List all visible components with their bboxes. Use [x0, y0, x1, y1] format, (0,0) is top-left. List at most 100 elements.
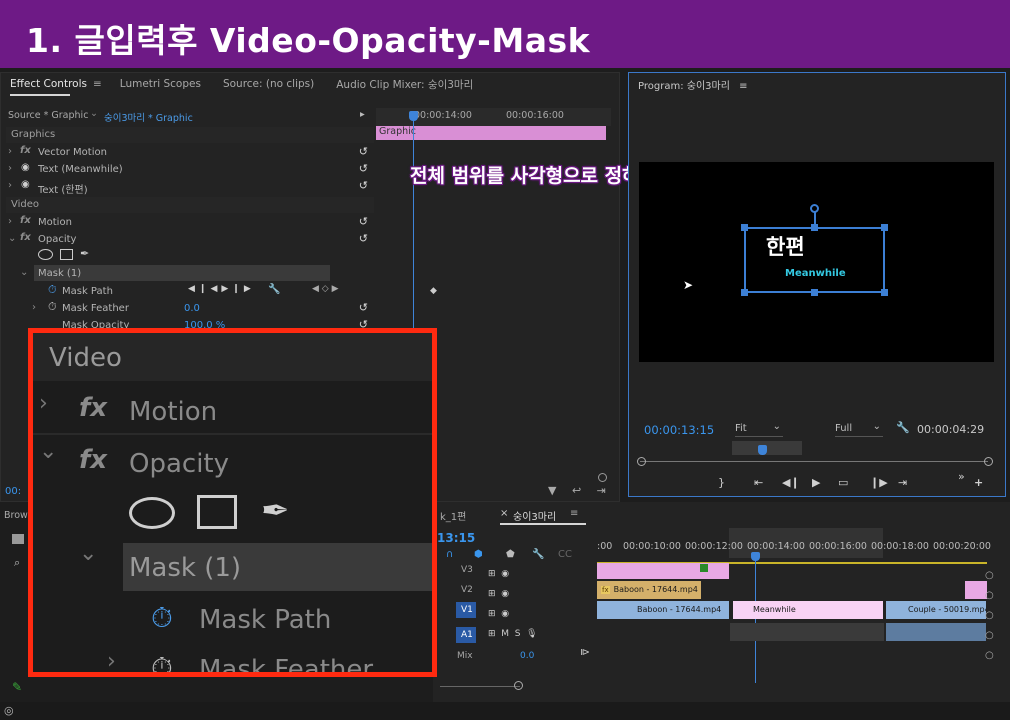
mark-in-icon[interactable]: }: [718, 476, 725, 489]
stopwatch-icon[interactable]: ⏱: [48, 283, 57, 297]
a1-audio-region[interactable]: [730, 623, 884, 641]
fx-icon[interactable]: fx: [20, 232, 31, 243]
scroll-knob[interactable]: ○: [985, 606, 994, 626]
chevron-down-icon[interactable]: ⌄: [873, 421, 881, 432]
track-v1-label[interactable]: V1: [461, 605, 473, 615]
chevron-down-icon[interactable]: ⌄: [773, 421, 781, 432]
track-v3-controls[interactable]: ⊞ ◉: [488, 564, 538, 584]
tab-sequence-1[interactable]: k_1편: [440, 508, 466, 523]
track-v3-label[interactable]: V3: [461, 565, 473, 575]
chevron-down-icon[interactable]: ⌄: [8, 233, 16, 244]
tab-audio-clip-mixer[interactable]: Audio Clip Mixer: 숭이3마리: [336, 77, 473, 92]
opacity-row[interactable]: ⌄ fx Opacity ↺: [6, 232, 374, 249]
a1-audio-clip[interactable]: [886, 623, 986, 641]
play-triangle-icon[interactable]: ▸: [360, 109, 365, 120]
mask-feather-value[interactable]: 0.0: [184, 303, 200, 314]
keyframe-diamond[interactable]: ◆: [430, 286, 437, 296]
fx-icon[interactable]: fx: [20, 145, 31, 156]
mask-handle[interactable]: [881, 289, 888, 296]
v3-clip[interactable]: [597, 563, 729, 579]
folder-icon[interactable]: [12, 534, 24, 544]
mix-value[interactable]: 0.0: [520, 651, 534, 661]
reset-icon[interactable]: ↺: [359, 162, 368, 175]
track-v2-label[interactable]: V2: [461, 585, 473, 595]
vector-motion-row[interactable]: › fx Vector Motion ↺: [6, 145, 374, 162]
scrub-playhead[interactable]: [758, 445, 767, 455]
reset-icon[interactable]: ↺: [359, 301, 368, 314]
linked-selection-icon[interactable]: ⬢: [474, 549, 483, 560]
text-hanpyeon-row[interactable]: › ◉ Text (한편) ↺: [6, 179, 374, 196]
fit-dropdown[interactable]: Fit ⌄: [735, 421, 783, 437]
tab-source[interactable]: Source: (no clips): [223, 78, 314, 90]
track-a1-controls[interactable]: ⊞ M S 🎙: [488, 624, 538, 644]
wrench-icon[interactable]: 🔧: [896, 421, 910, 434]
rectangle-mask-icon[interactable]: [60, 249, 73, 260]
add-button-icon[interactable]: +: [974, 476, 983, 489]
scrub-right-end[interactable]: [984, 457, 993, 466]
pencil-icon[interactable]: ✎: [12, 680, 22, 694]
mask-handle[interactable]: [881, 224, 888, 231]
eye-icon[interactable]: ◉: [21, 162, 30, 173]
source-master-select[interactable]: Source * Graphic: [8, 110, 88, 121]
timeline-hscroll[interactable]: [440, 686, 520, 687]
ec-bottom-tools[interactable]: ▼ ↩ ⇥: [548, 484, 612, 497]
chevron-down-icon[interactable]: ⌄: [20, 267, 28, 278]
reset-icon[interactable]: ↺: [359, 232, 368, 245]
v2-clip-right[interactable]: [965, 581, 987, 599]
reset-icon[interactable]: ↺: [359, 145, 368, 158]
wrench-icon[interactable]: 🔧: [268, 284, 280, 295]
chevron-right-icon[interactable]: ›: [8, 216, 12, 227]
wrench-icon[interactable]: 🔧: [532, 549, 544, 560]
tab-lumetri-scopes[interactable]: Lumetri Scopes: [120, 78, 201, 90]
mix-end-icon[interactable]: ⧐: [580, 647, 590, 658]
chevron-right-icon[interactable]: ›: [8, 180, 12, 191]
play-icon[interactable]: ▶: [812, 476, 820, 489]
close-icon[interactable]: ×: [500, 508, 508, 519]
mask-track-controls[interactable]: ◀❙◀▶❙▶: [188, 284, 255, 294]
scroll-knob[interactable]: ○: [985, 626, 994, 646]
graphic-clip-bar[interactable]: Graphic: [376, 126, 606, 140]
mask-handle[interactable]: [811, 289, 818, 296]
mask-path-row[interactable]: ⏱ Mask Path ◀❙◀▶❙▶ 🔧 ◀ ◇ ▶: [6, 283, 374, 301]
panel-menu-icon[interactable]: ≡: [739, 81, 747, 92]
chevron-down-icon[interactable]: ⌄: [90, 108, 98, 119]
full-dropdown[interactable]: Full ⌄: [835, 421, 883, 437]
stopwatch-icon[interactable]: ⏱: [48, 300, 57, 314]
mask-feather-row[interactable]: › ⏱ Mask Feather 0.0 ↺: [6, 300, 374, 318]
more-controls-icon[interactable]: »: [958, 470, 965, 483]
snap-icon[interactable]: ∩: [446, 549, 453, 560]
ellipse-mask-icon[interactable]: [38, 249, 53, 260]
track-v2-controls[interactable]: ⊞ ◉: [488, 584, 538, 604]
v1-clip-meanwhile[interactable]: Meanwhile: [733, 601, 883, 619]
mask-handle[interactable]: [741, 224, 748, 231]
eye-icon[interactable]: ◉: [21, 179, 30, 190]
mask-row[interactable]: ⌄ Mask (1): [6, 266, 374, 283]
track-v1-controls[interactable]: ⊞ ◉: [488, 604, 538, 624]
scroll-knob[interactable]: ○: [985, 586, 994, 606]
reset-icon[interactable]: ↺: [359, 179, 368, 192]
mask-handle[interactable]: [741, 289, 748, 296]
tab-sequence-2[interactable]: 숭이3마리: [513, 508, 556, 523]
track-a1-label[interactable]: A1: [461, 630, 473, 640]
sequence-clip-select[interactable]: 숭이3마리 * Graphic: [104, 110, 193, 124]
timeline-ruler[interactable]: :00 00:00:10:00 00:00:12:00 00:00:14:00 …: [597, 528, 991, 561]
mask-handle[interactable]: [811, 224, 818, 231]
ec-scroll-end[interactable]: [598, 473, 607, 482]
keyframe-nav[interactable]: ◀ ◇ ▶: [312, 284, 339, 294]
scrub-left-end[interactable]: [637, 457, 646, 466]
program-scrub-bar[interactable]: [637, 441, 993, 469]
program-timecode[interactable]: 00:00:13:15: [644, 423, 714, 437]
motion-row[interactable]: › fx Motion ↺: [6, 215, 374, 232]
scroll-knob[interactable]: ○: [985, 566, 994, 586]
chevron-right-icon[interactable]: ›: [32, 302, 36, 313]
reset-icon[interactable]: ↺: [359, 215, 368, 228]
status-icon[interactable]: ◎: [4, 704, 14, 717]
captions-icon[interactable]: CC: [558, 549, 572, 560]
fx-icon[interactable]: fx: [20, 215, 31, 226]
search-icon[interactable]: ⌕: [14, 556, 20, 570]
timeline-playhead-tc[interactable]: 13:15: [437, 531, 475, 545]
scroll-knob[interactable]: ○: [985, 646, 994, 666]
v1-clip-couple[interactable]: Couple - 50019.mp4 [: [886, 601, 986, 619]
text-meanwhile-row[interactable]: › ◉ Text (Meanwhile) ↺: [6, 162, 374, 179]
go-to-out-icon[interactable]: ⇥: [898, 476, 907, 489]
